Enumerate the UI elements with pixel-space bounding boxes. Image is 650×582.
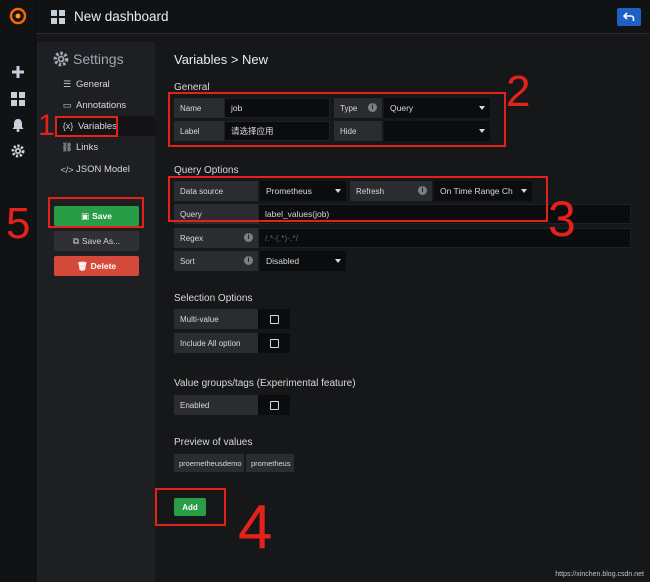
back-button[interactable] [617, 8, 641, 26]
regex-label-text: Regex [180, 233, 204, 243]
annotation-box-query [168, 176, 548, 222]
delete-button-label: Delete [90, 261, 117, 271]
menu-item-general[interactable]: ☰ General [62, 79, 110, 90]
plus-icon[interactable] [9, 63, 27, 81]
bell-icon[interactable] [9, 116, 27, 134]
icon-rail [0, 0, 36, 582]
delete-button[interactable]: 🗑 Delete [54, 256, 139, 276]
annotation-box-variables [55, 116, 118, 137]
settings-gear-icon [53, 51, 69, 67]
preview-value: prometheus [246, 454, 294, 472]
code-icon: </> [60, 164, 74, 175]
sort-label: Sort i [174, 251, 258, 271]
info-icon: i [244, 233, 253, 242]
annotation-box-save [48, 197, 144, 228]
gear-icon[interactable] [9, 142, 27, 160]
back-arrow-icon [623, 12, 635, 21]
trash-icon: 🗑 [76, 260, 88, 271]
menu-item-label: Links [76, 142, 99, 153]
save-as-button-label: Save As... [81, 236, 121, 246]
top-bar: New dashboard [36, 0, 650, 34]
copy-icon: ⧉ [72, 235, 79, 246]
comment-icon: ▭ [62, 100, 72, 110]
dashboard-title[interactable]: New dashboard [74, 9, 169, 24]
enabled-checkbox[interactable] [258, 395, 290, 415]
sort-select[interactable]: Disabled [260, 251, 346, 271]
value-groups-heading: Value groups/tags (Experimental feature) [174, 378, 356, 389]
menu-item-json-model[interactable]: </> JSON Model [60, 164, 130, 175]
dashboards-icon[interactable] [9, 90, 27, 108]
menu-item-label: JSON Model [76, 164, 130, 175]
caret-down-icon [335, 259, 341, 263]
info-icon: i [244, 256, 253, 265]
checkbox-square [269, 338, 279, 348]
menu-item-links[interactable]: ⛓ Links [61, 142, 99, 153]
multi-value-label: Multi-value [174, 309, 258, 329]
include-all-checkbox[interactable] [258, 333, 290, 353]
menu-item-annotations[interactable]: ▭ Annotations [62, 100, 126, 111]
sliders-icon: ☰ [62, 79, 72, 89]
preview-value: proemetheusdemo [174, 454, 244, 472]
regex-label: Regex i [174, 228, 258, 248]
sort-label-text: Sort [180, 256, 195, 266]
menu-item-label: General [76, 79, 110, 90]
dashboard-grid-icon[interactable] [50, 9, 66, 25]
multi-value-checkbox[interactable] [258, 309, 290, 329]
regex-input[interactable]: /.*-(.*)-.*/ [258, 228, 631, 248]
checkbox-square [269, 314, 279, 324]
annotation-box-general [168, 92, 506, 147]
sort-select-value: Disabled [266, 256, 300, 266]
annotation-box-add [155, 488, 226, 526]
enabled-label: Enabled [174, 395, 258, 415]
breadcrumb: Variables > New [174, 52, 269, 67]
selection-options-heading: Selection Options [174, 293, 253, 304]
include-all-label: Include All option [174, 333, 258, 353]
watermark: https://xinchen.blog.csdn.net [555, 571, 644, 578]
menu-item-label: Annotations [76, 100, 127, 111]
query-options-heading: Query Options [174, 165, 239, 176]
preview-heading: Preview of values [174, 437, 253, 448]
grafana-logo-icon[interactable] [9, 7, 27, 25]
checkbox-square [269, 400, 279, 410]
settings-title: Settings [73, 51, 124, 67]
save-as-button[interactable]: ⧉ Save As... [54, 231, 139, 251]
link-icon: ⛓ [61, 142, 73, 152]
